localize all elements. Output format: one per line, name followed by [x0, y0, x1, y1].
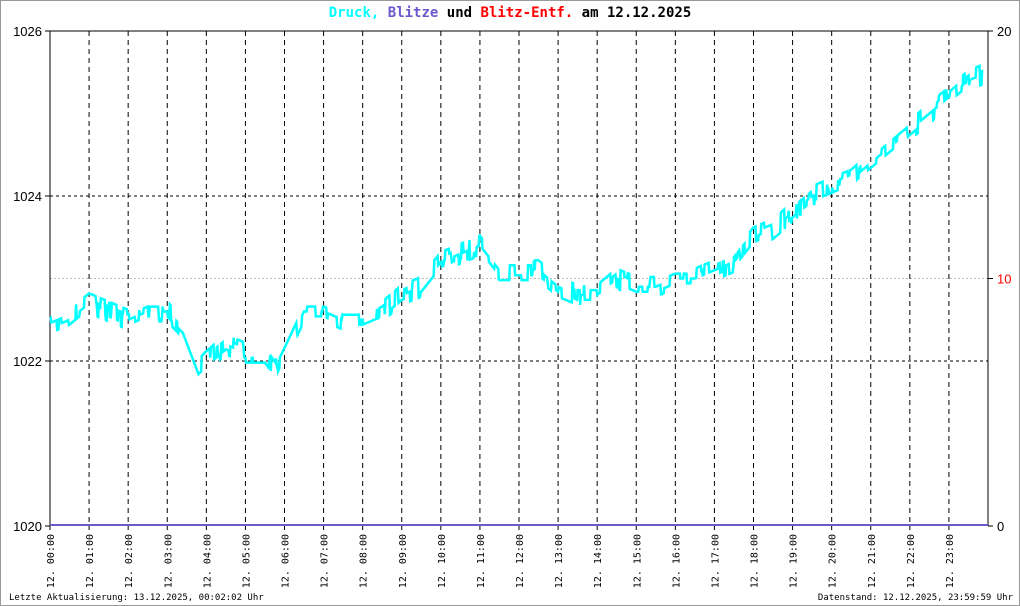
y-tick-label: 1024	[13, 189, 42, 204]
x-tick-label: 12. 13:00	[554, 534, 565, 588]
x-tick-label: 12. 22:00	[906, 534, 917, 588]
pressure-chart: 12. 00:00 12. 01:00 12. 02:00 12. 03:00 12. …	[13, 24, 1011, 588]
x-tick-label: 12. 18:00	[750, 534, 761, 588]
x-tick-label: 12. 07:00	[320, 534, 331, 588]
x-tick-label: 12. 17:00	[710, 534, 721, 588]
x-tick-label: 12. 09:00	[398, 534, 409, 588]
x-tick-label: 12. 15:00	[632, 534, 643, 588]
last-update-text: Letzte Aktualisierung: 13.12.2025, 00:02…	[9, 593, 264, 603]
x-tick-label: 12. 19:00	[789, 534, 800, 588]
x-tick-label: 12. 03:00	[163, 534, 174, 588]
x-tick-label: 12. 14:00	[593, 534, 604, 588]
y-tick-label: 1022	[13, 354, 42, 369]
x-tick-label: 12. 05:00	[241, 534, 252, 588]
y-right-tick-label: 0	[997, 519, 1004, 534]
x-tick-label: 12. 10:00	[437, 534, 448, 588]
y-right-tick-label: 10	[997, 272, 1011, 287]
x-tick-label: 12. 12:00	[515, 534, 526, 588]
x-tick-label: 12. 06:00	[281, 534, 292, 588]
y-right-tick-label: 20	[997, 24, 1011, 39]
x-tick-label: 12. 04:00	[202, 534, 213, 588]
x-tick-label: 12. 23:00	[945, 534, 956, 588]
x-tick-label: 12. 21:00	[867, 534, 878, 588]
y-tick-label: 1020	[13, 519, 42, 534]
x-tick-label: 12. 00:00	[46, 534, 57, 588]
x-tick-label: 12. 01:00	[85, 534, 96, 588]
druck-series-line	[49, 63, 984, 377]
x-tick-label: 12. 20:00	[828, 534, 839, 588]
data-status-text: Datenstand: 12.12.2025, 23:59:59 Uhr	[817, 593, 1013, 603]
x-tick-label: 12. 08:00	[359, 534, 370, 588]
chart-window: Druck, Blitze und Blitz-Entf. am 12.12.2…	[0, 0, 1020, 606]
x-tick-label: 12. 11:00	[476, 534, 487, 588]
x-tick-label: 12. 16:00	[671, 534, 682, 588]
y-tick-label: 1026	[13, 24, 42, 39]
x-tick-label: 12. 02:00	[124, 534, 135, 588]
